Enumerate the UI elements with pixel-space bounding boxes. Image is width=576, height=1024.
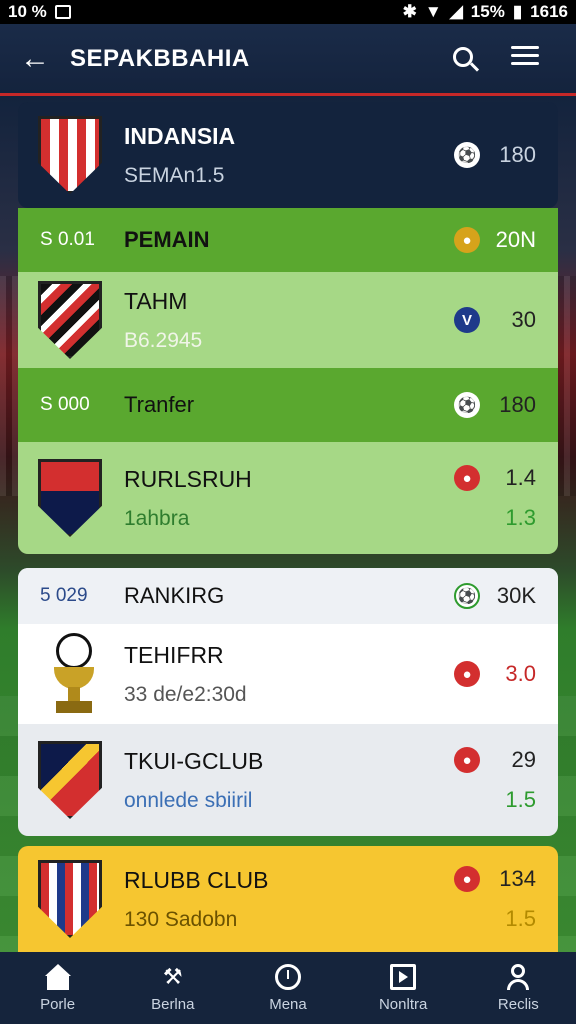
team-value: 29 xyxy=(511,747,536,772)
red-badge-icon: ● xyxy=(454,747,480,773)
section-amount: S 000 xyxy=(40,394,90,415)
team-name: TAHM xyxy=(124,287,188,314)
clock-icon xyxy=(274,963,301,990)
list-item[interactable]: TEHIFRR 33 de/e2:30d ● 3.0 xyxy=(18,624,558,724)
section-value: 20N xyxy=(495,227,536,252)
search-icon xyxy=(453,47,473,67)
list-item[interactable]: RURLSRUH 1ahbra ● 1.4 1.3 xyxy=(18,442,558,554)
nav-berlna[interactable]: ⚒ Berlna xyxy=(123,964,223,1013)
section-header: 5 029 RANKIRG ⚽ 30K xyxy=(18,568,558,624)
status-bar: 10 % ✱ ▼ ◢ 15% ▮ 1616 xyxy=(0,0,576,24)
signal-icon: ◢ xyxy=(449,2,463,21)
nav-label: Reclis xyxy=(497,995,539,1013)
nav-porle[interactable]: Porle xyxy=(8,963,108,1013)
team-subtitle: 33 de/e2:30d xyxy=(124,682,247,706)
nav-nonltra[interactable]: Nonltra xyxy=(353,963,453,1013)
battery-percent: 15% xyxy=(470,2,505,21)
soccer-ball-icon: ⚽ xyxy=(454,583,480,609)
nav-mena[interactable]: Mena xyxy=(238,963,338,1013)
section-value: 180 xyxy=(499,392,536,417)
team-value: 3.0 xyxy=(505,661,536,686)
team-subtitle: SEMAn1.5 xyxy=(124,163,225,187)
team-value-secondary: 1.5 xyxy=(505,787,536,812)
team-value: 1.4 xyxy=(505,465,536,490)
team-value: 30 xyxy=(511,307,536,332)
team-crest xyxy=(38,459,102,537)
team-name: RURLSRUH xyxy=(124,465,252,492)
section-pemain: S 0.01 PEMAIN ● 20N TAHM B6.2945 V 30 xyxy=(18,208,558,368)
search-button[interactable] xyxy=(432,43,494,74)
coin-icon: ● xyxy=(454,227,480,253)
team-value-secondary: 1.5 xyxy=(505,906,536,931)
red-badge-icon: ● xyxy=(454,866,480,892)
team-value: 134 xyxy=(499,866,536,891)
page-title: SEPAKBBAHIA xyxy=(70,44,250,72)
team-subtitle: 1ahbra xyxy=(124,506,190,530)
team-name: TKUI-GCLUB xyxy=(124,747,264,774)
team-crest xyxy=(38,116,102,194)
battery-icon: ▮ xyxy=(512,2,523,21)
play-box-icon xyxy=(390,963,417,990)
nav-reclis[interactable]: Reclis xyxy=(468,963,568,1013)
team-value: 180 xyxy=(499,142,536,167)
hamburger-menu-icon xyxy=(511,41,539,70)
team-card-indansia[interactable]: INDANSIA SEMAn1.5 ⚽ 180 xyxy=(18,102,558,208)
red-badge-icon: ● xyxy=(454,661,480,687)
app-bar: ← SEPAKBBAHIA xyxy=(0,24,576,96)
team-name: RLUBB CLUB xyxy=(124,866,269,893)
team-crest xyxy=(38,281,102,359)
trophy-icon xyxy=(42,631,106,717)
nav-label: Nonltra xyxy=(378,995,428,1013)
section-name: RANKIRG xyxy=(124,583,225,608)
section-name: PEMAIN xyxy=(124,227,210,252)
section-rankirg: 5 029 RANKIRG ⚽ 30K TEHIFRR 33 de/e2:30d… xyxy=(18,568,558,836)
team-card-rlubb[interactable]: RLUBB CLUB 130 Sadobn ● 134 1.5 xyxy=(18,846,558,952)
team-subtitle: onnlede sbiiril xyxy=(124,788,253,812)
back-arrow-icon[interactable]: ← xyxy=(20,42,70,76)
team-crest xyxy=(38,860,102,938)
nav-label: Berlna xyxy=(151,995,195,1013)
clock-time: 1616 xyxy=(530,2,568,21)
team-crest xyxy=(38,741,102,819)
nav-label: Mena xyxy=(269,995,307,1013)
section-name: Tranfer xyxy=(124,392,195,417)
shield-badge-icon: V xyxy=(454,307,480,333)
soccer-ball-icon: ⚽ xyxy=(454,142,480,168)
section-header: S 0.01 PEMAIN ● 20N xyxy=(18,208,558,272)
notification-icon xyxy=(54,5,71,19)
section-amount: S 0.01 xyxy=(40,229,95,250)
team-name: INDANSIA xyxy=(124,122,236,149)
bottom-navigation: Porle ⚒ Berlna Mena Nonltra Reclis xyxy=(0,952,576,1024)
team-subtitle: B6.2945 xyxy=(124,328,203,352)
soccer-ball-icon: ⚽ xyxy=(454,392,480,418)
section-header: S 000 Tranfer ⚽ 180 xyxy=(18,368,558,442)
list-item[interactable]: TKUI-GCLUB onnlede sbiiril ● 29 1.5 xyxy=(18,724,558,836)
team-subtitle: 130 Sadobn xyxy=(124,907,238,931)
wifi-icon: ▼ xyxy=(424,2,442,21)
section-value: 30K xyxy=(496,583,536,608)
hammer-icon: ⚒ xyxy=(162,963,183,989)
user-icon xyxy=(505,963,531,990)
red-badge-icon: ● xyxy=(454,465,480,491)
section-tranfer: S 000 Tranfer ⚽ 180 RURLSRUH 1ahbra ● 1.… xyxy=(18,368,558,554)
home-icon xyxy=(44,963,71,990)
section-amount: 5 029 xyxy=(40,585,88,606)
bluetooth-icon: ✱ xyxy=(402,2,417,21)
list-item[interactable]: TAHM B6.2945 V 30 xyxy=(18,272,558,368)
menu-button[interactable] xyxy=(494,41,556,77)
team-value-secondary: 1.3 xyxy=(505,505,536,530)
nav-label: Porle xyxy=(40,995,76,1013)
team-name: TEHIFRR xyxy=(124,641,224,668)
status-left-text: 10 % xyxy=(8,2,47,21)
